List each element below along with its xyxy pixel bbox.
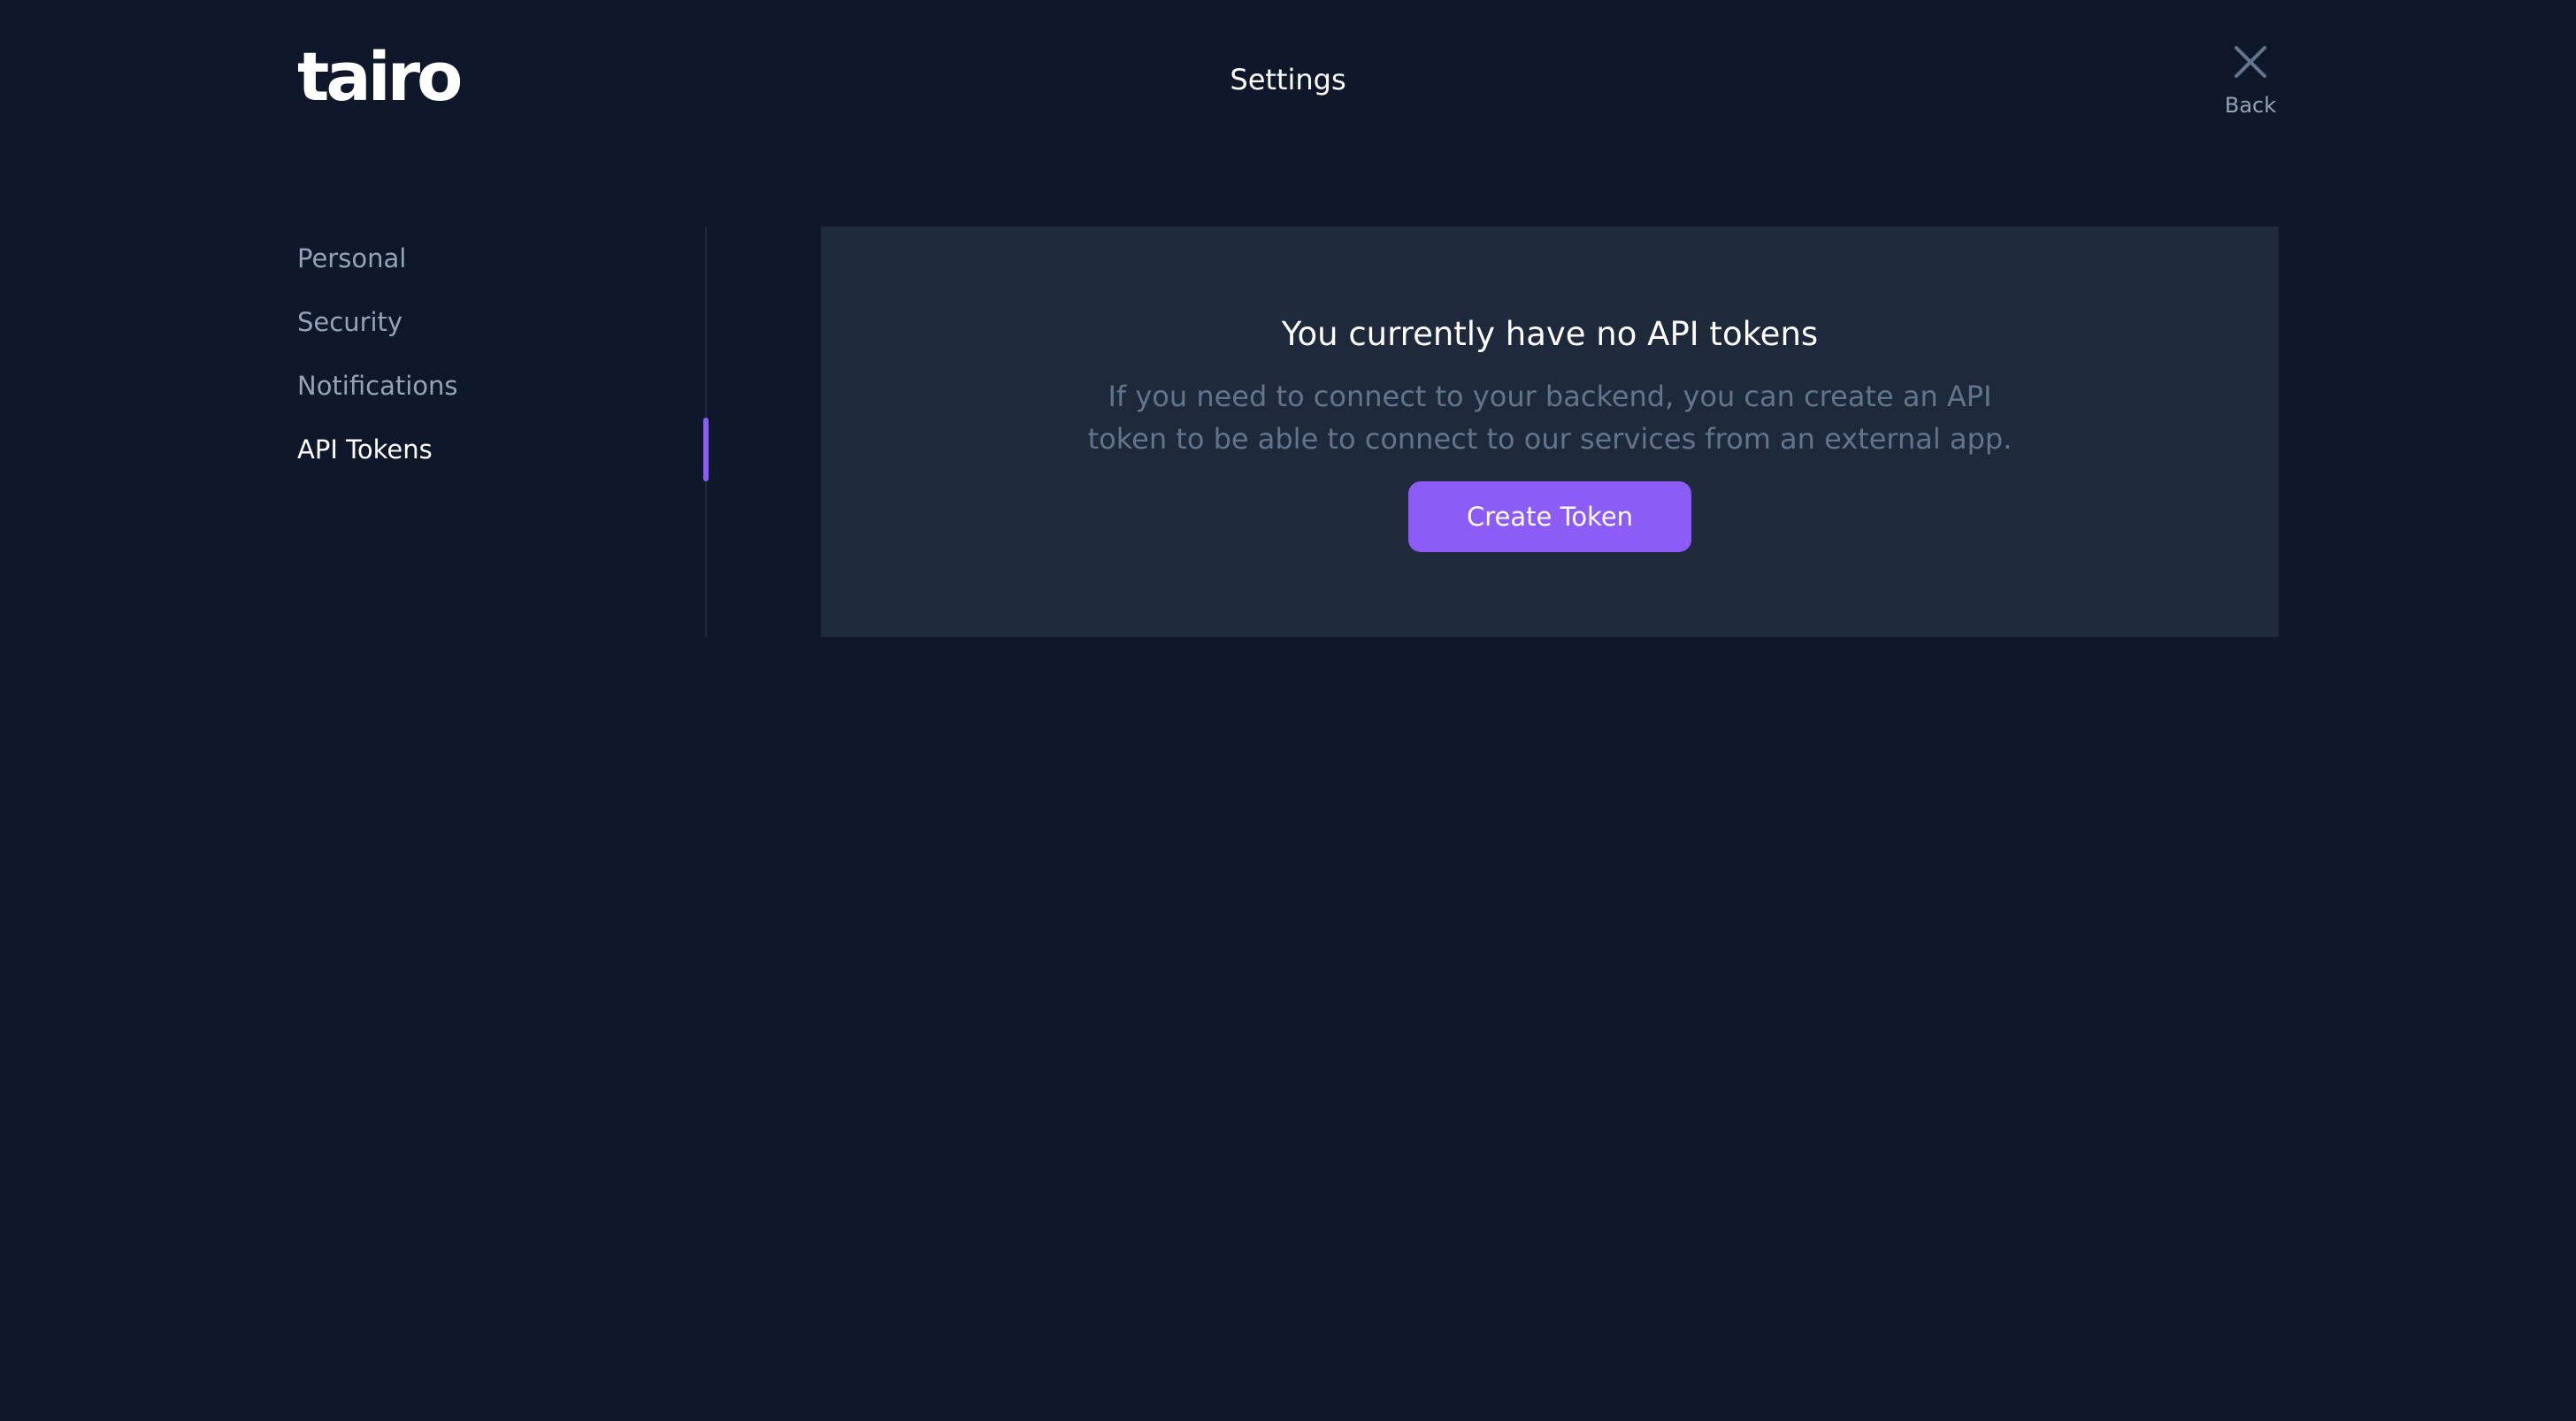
empty-state-description: If you need to connect to your backend, … — [821, 375, 2279, 460]
settings-page: tairo Settings Back Personal Security No… — [0, 0, 2576, 1421]
sidebar-item-security[interactable]: Security — [297, 304, 402, 340]
page-title: Settings — [1230, 63, 1346, 96]
back-label: Back — [2224, 93, 2277, 118]
empty-state-description-line-2: token to be able to connect to our servi… — [1087, 422, 2012, 456]
sidebar-active-indicator — [703, 418, 709, 481]
empty-state-heading: You currently have no API tokens — [1281, 315, 1819, 353]
sidebar-item-personal[interactable]: Personal — [297, 241, 406, 276]
tairo-logo[interactable]: tairo — [297, 43, 463, 111]
sidebar-item-api-tokens[interactable]: API Tokens — [297, 432, 433, 467]
back-button[interactable]: Back — [2212, 41, 2289, 126]
create-token-button[interactable]: Create Token — [1408, 481, 1691, 552]
logo-text: tairo — [297, 37, 463, 116]
empty-state-description-line-1: If you need to connect to your backend, … — [1108, 380, 1992, 413]
settings-sidebar: Personal Security Notifications API Toke… — [297, 227, 709, 637]
sidebar-item-notifications[interactable]: Notifications — [297, 368, 458, 403]
close-icon — [2235, 46, 2266, 78]
